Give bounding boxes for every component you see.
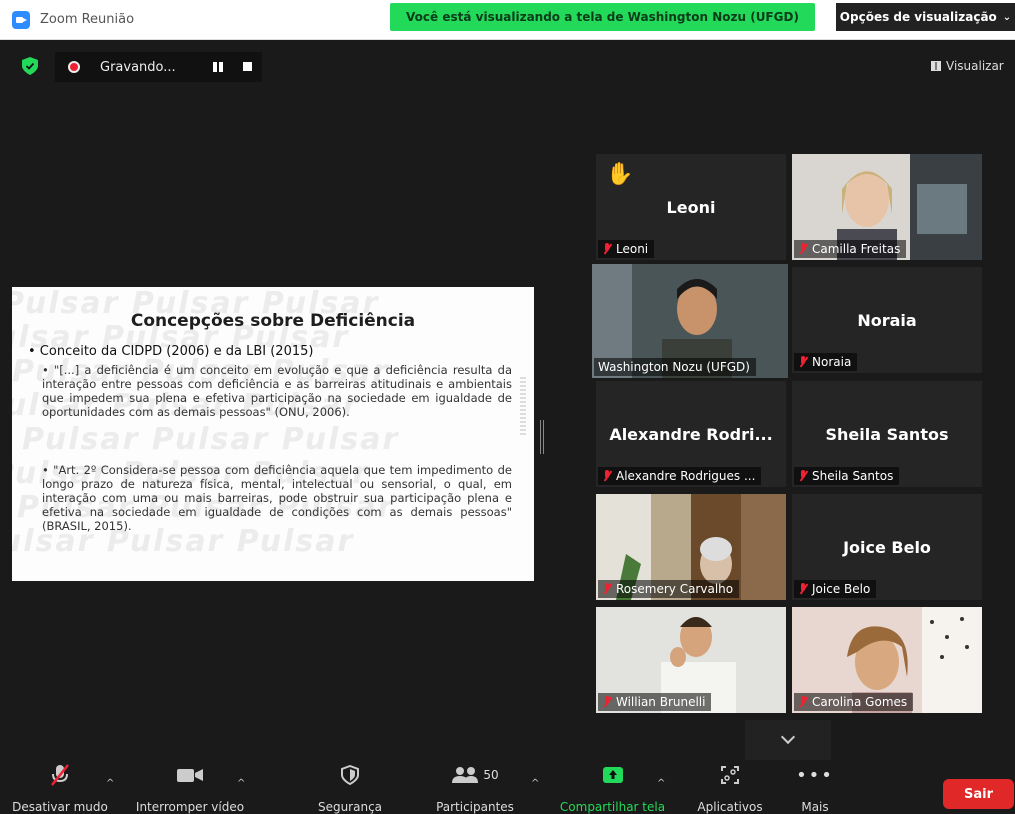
more-button[interactable]: ••• Mais: [775, 762, 855, 814]
video-camera-icon: [176, 762, 204, 788]
mic-muted-icon: [798, 696, 808, 708]
audio-options-caret[interactable]: ^: [106, 778, 114, 789]
security-label: Segurança: [317, 800, 383, 814]
raised-hand-icon: ✋: [606, 162, 634, 187]
chevron-down-icon: [780, 729, 796, 745]
window-titlebar: Zoom Reunião Você está visualizando a te…: [0, 0, 1015, 40]
participant-label: Sheila Santos: [794, 467, 900, 485]
slide-quote-onu: • "[...] a deficiência é um conceito em …: [42, 363, 512, 419]
slide-title: Concepções sobre Deficiência: [130, 311, 416, 331]
screen-share-banner: Você está visualizando a tela de Washing…: [390, 3, 815, 31]
participant-tile[interactable]: Carolina Gomes: [792, 607, 982, 713]
mic-muted-icon: [602, 696, 612, 708]
participant-label: Washington Nozu (UFGD): [594, 358, 756, 376]
participant-tile[interactable]: Willian Brunelli: [596, 607, 786, 713]
security-button[interactable]: Segurança: [300, 762, 400, 814]
participants-count: 50: [483, 768, 499, 782]
participants-icon: 50: [451, 762, 499, 788]
mic-muted-icon: [602, 583, 612, 595]
pause-recording-button[interactable]: [211, 62, 225, 72]
participants-button[interactable]: 50 Participantes: [425, 762, 525, 814]
share-label: Compartilhar tela: [559, 800, 666, 814]
participants-label: Participantes: [436, 800, 514, 814]
participant-label: Carolina Gomes: [794, 693, 914, 711]
participant-tile-active-speaker[interactable]: Washington Nozu (UFGD): [592, 264, 788, 378]
apps-icon: [720, 762, 740, 788]
video-label: Interromper vídeo: [135, 800, 245, 814]
grid-view-icon: [931, 61, 941, 71]
share-options-caret[interactable]: ^: [657, 778, 665, 789]
participant-name: Noraia: [857, 311, 917, 330]
participant-label: Rosemery Carvalho: [598, 580, 740, 598]
participant-label: Noraia: [794, 353, 858, 371]
mic-muted-icon: [798, 356, 808, 368]
mic-muted-icon: [49, 762, 71, 788]
slide-watermark: Pulsar Pulsar Pulsar Pulsar Pulsar Pulsa…: [12, 287, 400, 559]
participant-tile[interactable]: Joice Belo Joice Belo: [792, 494, 982, 600]
participant-label: Leoni: [598, 240, 655, 258]
participant-tile[interactable]: Camilla Freitas: [792, 154, 982, 260]
apps-button[interactable]: Aplicativos: [680, 762, 780, 814]
recording-label: Gravando...: [100, 59, 176, 75]
split-view-handle[interactable]: [540, 420, 544, 454]
recording-dot-icon: [68, 61, 80, 73]
slide-quote-brasil: • "Art. 2º Considera-se pessoa com defic…: [42, 463, 512, 533]
participant-label: Alexandre Rodrigues ...: [598, 467, 762, 485]
participant-label: Camilla Freitas: [794, 240, 907, 258]
participant-label: Joice Belo: [794, 580, 877, 598]
participant-name: Alexandre Rodri...: [609, 425, 773, 444]
mic-muted-icon: [602, 470, 612, 482]
participant-tile[interactable]: Alexandre Rodri... Alexandre Rodrigues .…: [596, 381, 786, 487]
mute-button[interactable]: Desativar mudo: [0, 762, 120, 814]
participant-name: Joice Belo: [843, 538, 931, 557]
view-button-label: Visualizar: [946, 59, 1004, 73]
stop-recording-button[interactable]: [243, 62, 252, 71]
mute-label: Desativar mudo: [12, 800, 108, 814]
participant-tile[interactable]: Noraia Noraia: [792, 267, 982, 373]
participant-tile[interactable]: Sheila Santos Sheila Santos: [792, 381, 982, 487]
participant-label: Willian Brunelli: [598, 693, 712, 711]
security-shield-icon: [341, 762, 359, 788]
more-label: Mais: [801, 800, 829, 814]
mic-muted-icon: [798, 583, 808, 595]
more-dots-icon: •••: [796, 764, 834, 786]
view-options-button[interactable]: Opções de visualização ⌄: [836, 3, 1015, 31]
chevron-down-icon: ⌄: [1002, 11, 1012, 23]
mic-muted-icon: [798, 243, 808, 255]
participants-options-caret[interactable]: ^: [531, 778, 539, 789]
slide-bullet: • Conceito da CIDPD (2006) e da LBI (201…: [28, 344, 314, 359]
share-screen-icon: [601, 762, 625, 788]
meeting-toolbar: Desativar mudo ^ Interromper vídeo ^ Seg…: [0, 762, 1015, 814]
view-options-label: Opções de visualização: [839, 10, 997, 24]
gallery-scroll-down-button[interactable]: [745, 720, 831, 760]
stop-video-button[interactable]: Interromper vídeo: [130, 762, 250, 814]
share-screen-button[interactable]: Compartilhar tela: [555, 762, 670, 814]
participant-tile[interactable]: ✋ Leoni Leoni: [596, 154, 786, 260]
apps-label: Aplicativos: [697, 800, 763, 814]
participant-name: Sheila Santos: [825, 425, 949, 444]
video-options-caret[interactable]: ^: [237, 778, 245, 789]
recording-indicator: Gravando...: [55, 52, 262, 82]
leave-meeting-button[interactable]: Sair: [943, 779, 1014, 809]
window-title: Zoom Reunião: [40, 12, 135, 27]
mic-muted-icon: [602, 243, 612, 255]
slide-side-mark: [520, 377, 526, 437]
zoom-app-icon: [12, 11, 30, 29]
participant-tile[interactable]: Rosemery Carvalho: [596, 494, 786, 600]
encryption-shield-icon[interactable]: [22, 57, 38, 75]
participant-name: Leoni: [666, 198, 716, 217]
view-button[interactable]: Visualizar: [931, 59, 1004, 73]
mic-muted-icon: [798, 470, 808, 482]
shared-screen-slide: Pulsar Pulsar Pulsar Pulsar Pulsar Pulsa…: [12, 287, 534, 581]
